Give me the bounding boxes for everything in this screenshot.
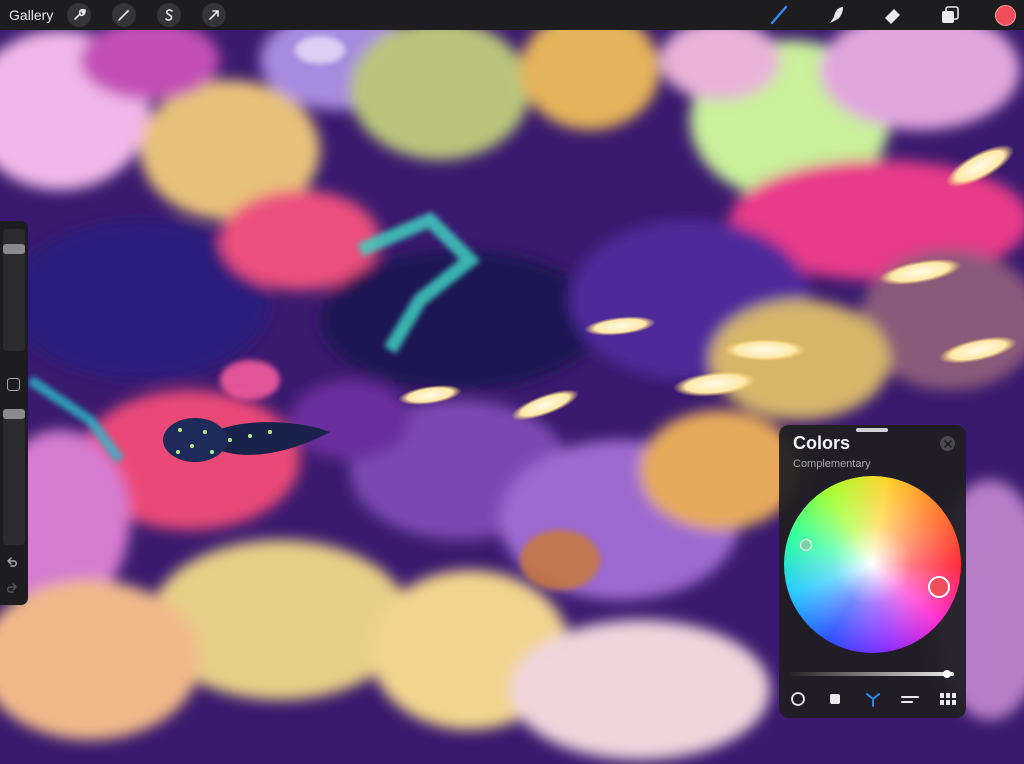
toolbar-right-group xyxy=(767,0,1024,30)
brush-tool-button[interactable] xyxy=(767,3,791,27)
smudge-icon xyxy=(830,7,843,23)
layers-button[interactable] xyxy=(938,3,962,27)
adjustments-button[interactable] xyxy=(112,3,137,27)
close-icon xyxy=(943,439,952,448)
selection-button[interactable] xyxy=(157,3,182,27)
selection-s-icon xyxy=(165,9,174,21)
actions-button[interactable] xyxy=(67,3,92,27)
magic-wand-icon xyxy=(118,9,131,21)
color-wheel[interactable] xyxy=(784,476,961,653)
panel-grabber[interactable] xyxy=(856,428,888,432)
left-sidebar xyxy=(0,221,28,605)
opacity-handle[interactable] xyxy=(3,409,25,419)
layers-icon xyxy=(942,6,959,23)
gallery-button[interactable]: Gallery xyxy=(9,7,53,23)
tab-classic[interactable] xyxy=(822,686,848,712)
redo-button[interactable] xyxy=(5,581,19,598)
undo-button[interactable] xyxy=(5,555,19,572)
disc-icon xyxy=(791,692,805,706)
harmony-mode-label[interactable]: Complementary xyxy=(793,458,871,470)
classic-square-icon xyxy=(830,694,840,704)
current-color-button[interactable] xyxy=(995,4,1016,26)
brush-size-slider[interactable] xyxy=(3,229,25,351)
brush-icon xyxy=(770,5,788,25)
brightness-slider[interactable] xyxy=(789,670,954,678)
tab-palettes[interactable] xyxy=(935,686,961,712)
eraser-tool-button[interactable] xyxy=(881,3,905,27)
wrench-icon xyxy=(74,8,87,20)
arrow-cursor-icon xyxy=(209,10,220,20)
smudge-tool-button[interactable] xyxy=(824,3,848,27)
top-toolbar: Gallery xyxy=(0,0,1024,30)
harmony-icon xyxy=(866,693,880,707)
undo-icon xyxy=(7,557,17,567)
panel-title: Colors xyxy=(793,433,851,453)
eraser-icon xyxy=(885,9,900,24)
transform-button[interactable] xyxy=(202,3,227,27)
palettes-grid-icon xyxy=(940,693,956,705)
redo-icon xyxy=(7,583,17,593)
brightness-handle[interactable] xyxy=(943,670,951,678)
brush-size-handle[interactable] xyxy=(3,244,25,254)
colors-panel: Colors Complementary xyxy=(779,425,966,718)
color-mode-tabs xyxy=(779,686,966,712)
tab-value[interactable] xyxy=(897,686,923,712)
tab-harmony[interactable] xyxy=(860,686,886,712)
value-sliders-icon xyxy=(901,696,919,703)
tab-disc[interactable] xyxy=(785,686,811,712)
primary-color-target[interactable] xyxy=(928,576,950,598)
modify-button[interactable] xyxy=(7,378,20,391)
complementary-color-target[interactable] xyxy=(800,539,812,551)
opacity-slider[interactable] xyxy=(3,409,25,545)
close-panel-button[interactable] xyxy=(940,436,955,451)
